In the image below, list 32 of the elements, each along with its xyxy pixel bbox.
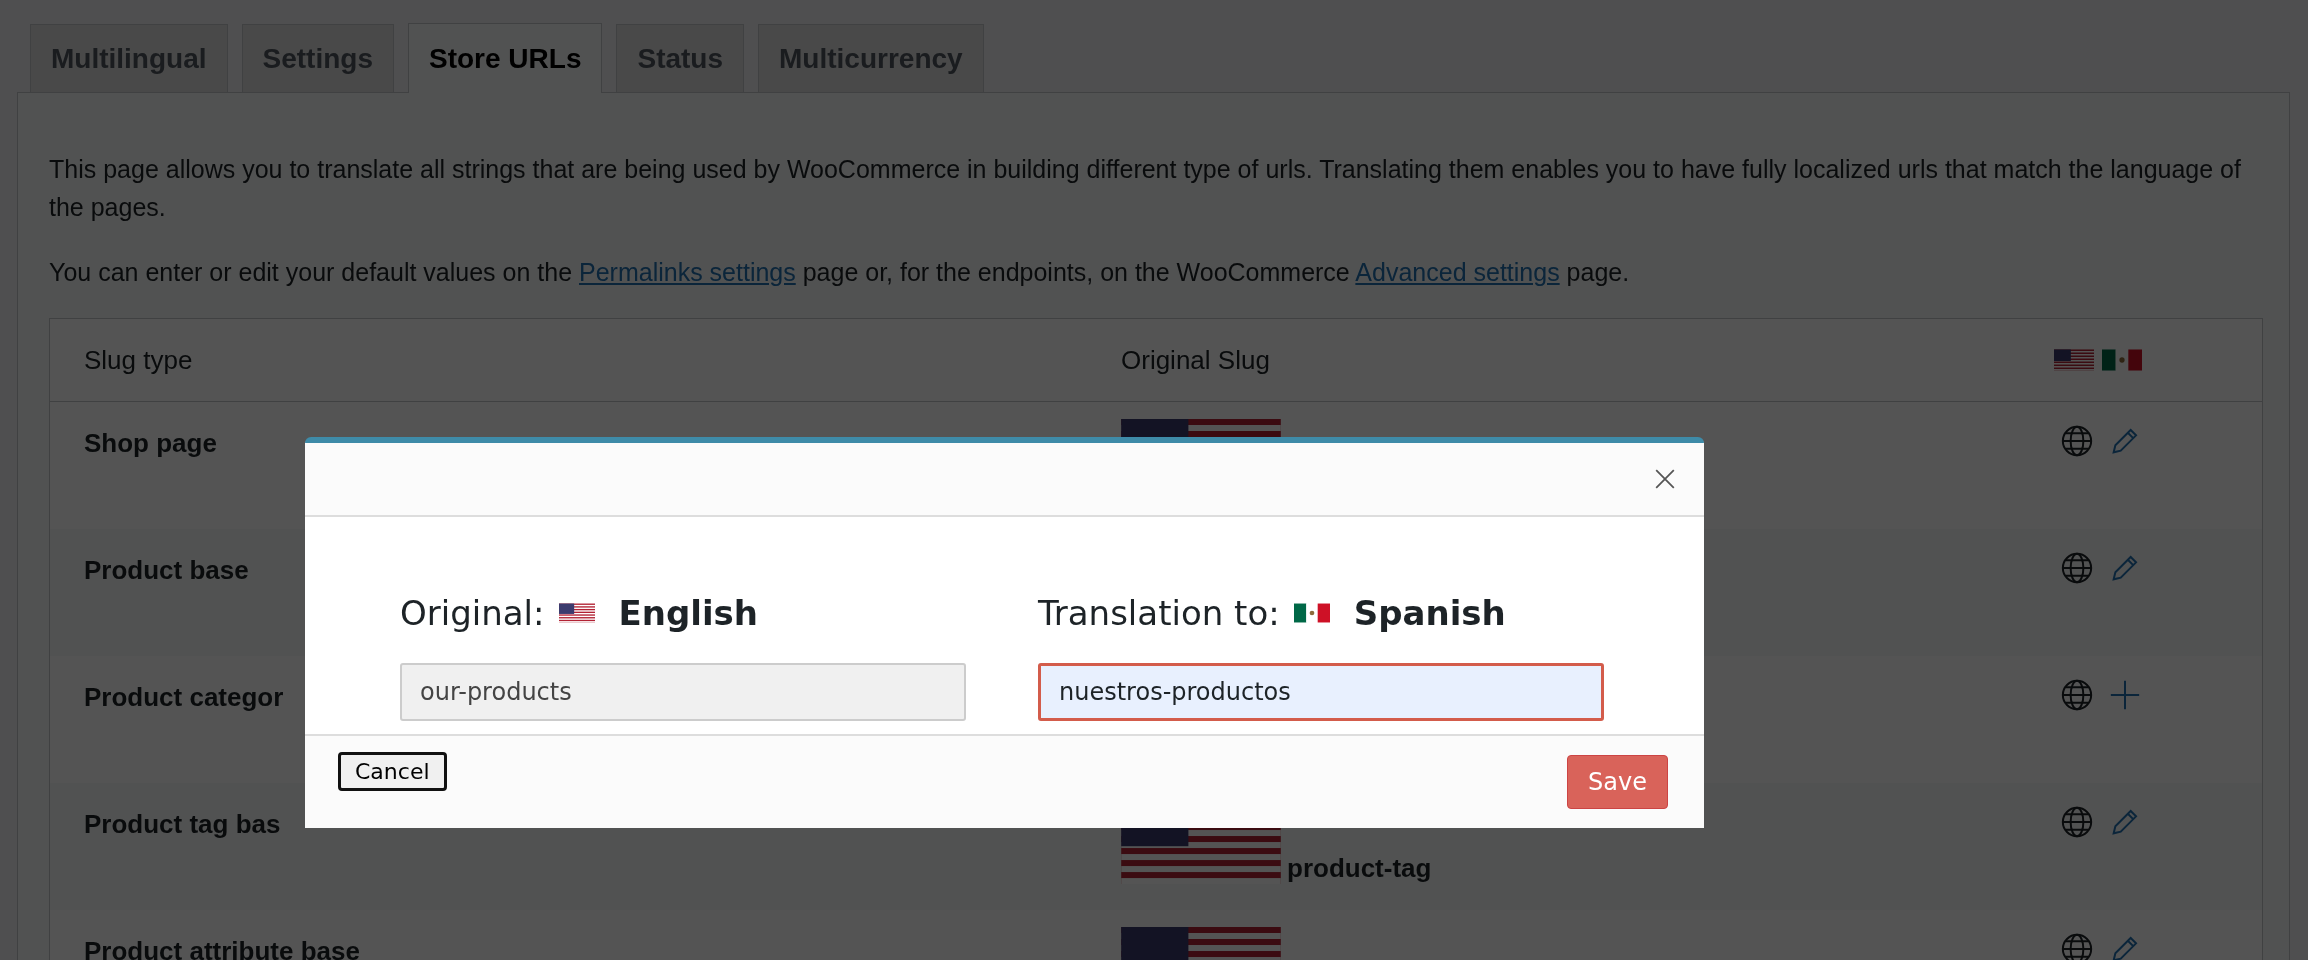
- globe-icon[interactable]: [2060, 805, 2094, 839]
- slug-type-label: Product categor: [84, 682, 284, 712]
- close-icon[interactable]: [1654, 468, 1676, 490]
- column-header: Slug type: [84, 344, 193, 376]
- slug-type-label: Product attribute base: [84, 936, 360, 960]
- language-name: Spanish: [1353, 593, 1506, 633]
- translation-label: Translation to:: [1038, 593, 1280, 633]
- globe-icon[interactable]: [2060, 424, 2094, 458]
- original-label: Original:: [400, 593, 545, 633]
- slug-type-label: Shop page: [84, 428, 217, 458]
- tab[interactable]: Store URLs: [408, 23, 603, 93]
- original-slug-field[interactable]: our-products: [400, 663, 966, 721]
- us-flag-icon: [558, 603, 595, 623]
- plus-icon[interactable]: [2108, 678, 2142, 712]
- advanced-settings-link[interactable]: Advanced settings: [1355, 258, 1560, 286]
- settings-text: You can enter or edit your default values on the Permalinks settings page or, for the endpoints, on the WooCommerce Advanced settings page.: [49, 257, 1631, 288]
- mexico-flag-icon: [1293, 603, 1330, 623]
- mexico-flag-icon: [2102, 349, 2142, 371]
- slug-type-label: Product base: [84, 555, 249, 585]
- original-slug: product-tag: [1287, 853, 1432, 884]
- slug-type-label: Product tag bas: [84, 809, 281, 839]
- intro-text: This page allows you to translate all strings that are being used by WooCommerce in building different type of urls. Translating them enables you to have fully localized urls that match the language of the pages.: [49, 154, 2242, 223]
- translation-field[interactable]: nuestros-productos: [1038, 663, 1604, 721]
- cancel-button[interactable]: Cancel: [338, 752, 447, 791]
- permalinks-settings-link[interactable]: Permalinks settings: [579, 258, 796, 286]
- globe-icon[interactable]: [2060, 551, 2094, 585]
- language-name: English: [618, 593, 759, 633]
- us-flag-icon: [2054, 349, 2094, 371]
- globe-icon[interactable]: [2060, 678, 2094, 712]
- save-button[interactable]: Save: [1567, 755, 1668, 809]
- column-header: Original Slug: [1121, 344, 1270, 376]
- globe-icon[interactable]: [2060, 932, 2094, 960]
